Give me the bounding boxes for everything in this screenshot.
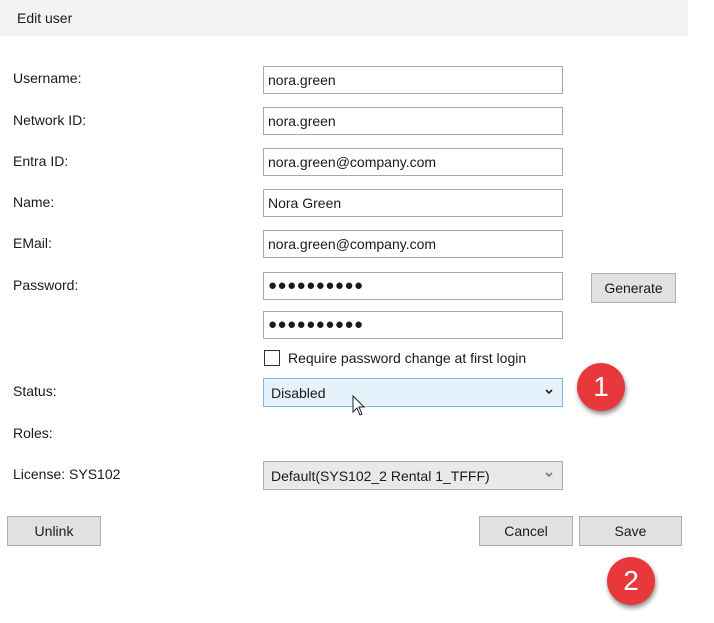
license-label: License: SYS102: [13, 466, 121, 482]
unlink-button[interactable]: Unlink: [7, 516, 101, 546]
name-field[interactable]: Nora Green: [263, 189, 563, 217]
license-selected-value: Default(SYS102_2 Rental 1_TFFF): [271, 468, 490, 484]
require-password-change-label: Require password change at first login: [288, 350, 527, 366]
entra-id-field[interactable]: nora.green@company.com: [263, 148, 563, 176]
dialog-title: Edit user: [17, 10, 73, 26]
email-label: EMail:: [13, 235, 52, 251]
password-field[interactable]: ●●●●●●●●●●: [263, 272, 563, 300]
chevron-down-icon: [545, 472, 553, 478]
name-label: Name:: [13, 194, 55, 210]
status-dropdown[interactable]: Disabled: [263, 378, 563, 407]
edit-user-dialog: Edit user Username: nora.green Network I…: [0, 0, 714, 623]
generate-button[interactable]: Generate: [591, 273, 676, 303]
mouse-pointer-icon: [352, 395, 366, 416]
step-2-badge: 2: [607, 557, 655, 605]
dialog-titlebar: Edit user: [0, 0, 688, 36]
confirm-password-field[interactable]: ●●●●●●●●●●: [263, 311, 563, 339]
network-id-label: Network ID:: [13, 112, 87, 128]
license-dropdown[interactable]: Default(SYS102_2 Rental 1_TFFF): [263, 461, 563, 490]
require-password-change-checkbox[interactable]: [264, 350, 280, 366]
cancel-button[interactable]: Cancel: [479, 516, 573, 546]
email-field[interactable]: nora.green@company.com: [263, 230, 563, 258]
username-label: Username:: [13, 70, 82, 86]
save-button[interactable]: Save: [579, 516, 682, 546]
network-id-field[interactable]: nora.green: [263, 107, 563, 135]
chevron-down-icon: [545, 389, 553, 395]
username-field[interactable]: nora.green: [263, 66, 563, 94]
roles-label: Roles:: [13, 425, 53, 441]
status-selected-value: Disabled: [271, 385, 326, 401]
password-label: Password:: [13, 277, 79, 293]
status-label: Status:: [13, 383, 57, 399]
entra-id-label: Entra ID:: [13, 153, 69, 169]
step-1-badge: 1: [577, 363, 625, 411]
